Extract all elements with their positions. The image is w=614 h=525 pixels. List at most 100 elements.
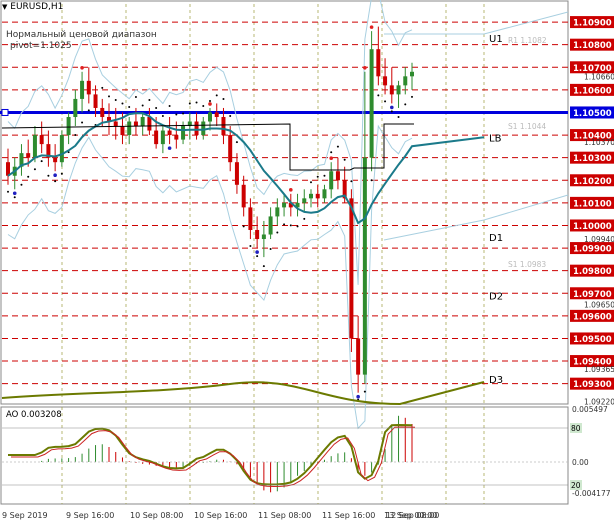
symbol-title[interactable]: ▼ EURUSD,H1 [2,2,63,12]
candle-body [32,135,37,158]
sar-dot [343,158,346,161]
candle-body [362,157,367,375]
level-name-d1: D1 [489,233,503,244]
candle-body [100,107,105,117]
fractal-up-marker [363,65,367,70]
sar-dot [370,179,373,182]
sar-dot [235,141,238,144]
sar-dot [195,101,198,104]
candle-body [302,198,307,203]
sar-dot [13,196,16,199]
candle-body [160,130,165,145]
sar-dot [141,104,144,107]
sar-dot [303,217,306,220]
candle-body [228,135,233,163]
time-label: 13 Sep 00:00 [384,511,437,520]
candle-body [255,229,260,240]
price-level-label: 1.10200 [573,177,612,187]
fractal-down-marker [255,250,259,254]
sar-dot [128,105,131,108]
candle-body [335,171,340,181]
trading-chart-window: U1 LB D1 D2 D3 R1 1.1082 S1 1.1044 S1 1.0983 1.… [0,0,614,525]
candle-body [127,121,132,136]
sar-dot [411,95,413,98]
level-name-lb: LB [489,133,502,144]
candle-body [322,189,327,199]
candle-body [396,85,401,95]
chevron-down-icon[interactable]: ▼ [2,3,7,11]
sar-dot [215,94,218,97]
axis-tick-label: 1.09650 [584,301,614,310]
sar-dot [397,115,400,118]
price-level-label: 1.10100 [573,199,612,209]
ao-scale-label: -0.004177 [572,489,611,498]
axis-tick-label: 1.10660 [584,72,614,81]
sar-dot [330,151,333,154]
candle-body [86,80,91,95]
time-label: 9 Sep 16:00 [66,511,114,520]
sar-dot [81,121,84,124]
sar-dot [74,134,77,137]
faded-level-label: S1 1.0983 [508,260,546,269]
sar-dot [262,265,265,268]
ao-scale-label: 0.005497 [572,405,608,414]
candle-body [208,112,212,122]
price-level-label: 1.10900 [573,19,612,29]
fractal-up-marker [80,65,84,70]
time-label: 10 Sep 08:00 [130,511,183,520]
level-name-d3: D3 [489,375,503,386]
ao-scale-label: 0.00 [572,458,589,467]
sar-dot [168,104,171,107]
price-level-label: 1.09300 [573,380,612,390]
sar-dot [316,175,319,178]
sar-dot [60,172,63,175]
sar-dot [20,183,23,186]
sar-dot [363,390,366,393]
sar-dot [269,248,272,251]
sar-dot [175,113,178,116]
time-axis: 9 Sep 2019 9 Sep 16:00 10 Sep 08:00 10 Sep … [2,511,439,520]
stoch-zone-label: 80 [571,424,581,433]
time-label: 11 Sep 08:00 [258,511,311,520]
sar-dot [390,110,393,113]
fractal-down-marker [53,173,57,178]
sar-dot [242,225,245,228]
candle-body [181,126,186,140]
candle-body [120,126,125,136]
ao-label: AO 0.003208 [6,410,62,420]
sar-dot [33,168,36,171]
sar-dot [202,104,205,107]
axis-tick-label: 1.09940 [584,235,614,244]
candle-body [154,130,159,145]
fractal-down-marker [390,105,394,110]
candle-body [174,135,179,140]
sar-dot [323,174,326,177]
sar-dot [134,95,137,98]
sar-dot [249,245,252,248]
sar-dot [108,95,110,98]
sar-dot [101,86,104,89]
sar-dot [87,109,90,112]
sar-dot [47,174,50,177]
candle-body [349,198,354,339]
sar-dot [155,106,158,109]
price-level-label: 1.09900 [573,245,612,255]
sar-dot [148,98,151,101]
sar-dot [256,255,259,258]
pivot-marker [1,108,9,116]
candle-body [376,49,381,77]
candle-body [241,184,246,208]
candle-body [194,121,199,136]
faded-level-label: R1 1.1082 [508,36,547,45]
level-name-u1: U1 [489,34,503,45]
price-level-label: 1.10000 [573,222,612,232]
candle-body [389,85,394,95]
price-level-label: 1.09800 [573,267,612,277]
axis-tick-label: 1.10370 [584,138,614,147]
price-chart[interactable]: U1 LB D1 D2 D3 R1 1.1082 S1 1.1044 S1 1.0983 1.… [0,0,614,525]
candle-body [133,121,138,127]
candle-body [383,76,388,86]
sar-dot [283,223,286,226]
fractal-down-marker [356,394,360,399]
fractal-down-marker [167,146,172,150]
